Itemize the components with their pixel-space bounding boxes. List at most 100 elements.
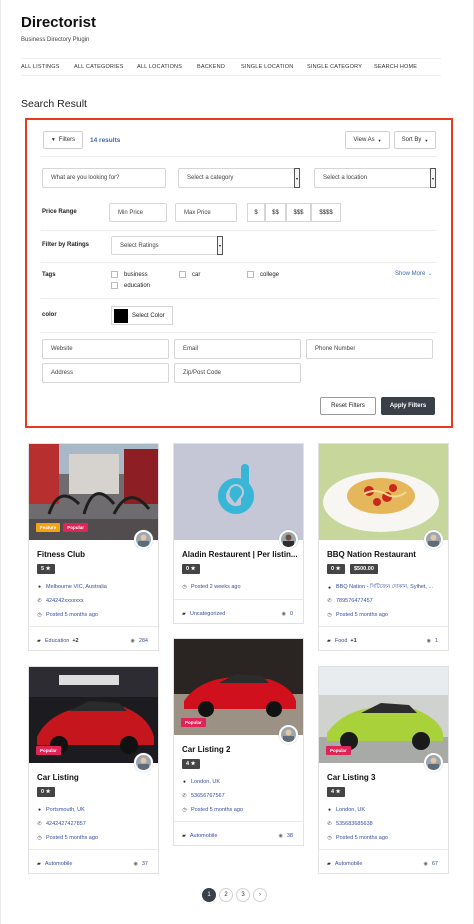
listing-card-car-listing[interactable]: Popular Car Listing 0 ★ ● Portsmouth, UK … [28,666,159,874]
listing-phone[interactable]: ✆ 4242427427857 [37,821,85,827]
listing-title[interactable]: Car Listing 2 [182,745,230,754]
email-input[interactable]: Email [174,339,301,359]
listing-badges: Popular [36,746,61,755]
max-price-input[interactable]: Max Price [175,203,237,222]
price-level-1-button[interactable]: $ [247,203,265,222]
listing-phone[interactable]: ✆ 424242xxxxxxx [37,598,83,604]
listing-card-car-listing-2[interactable]: Popular Car Listing 2 4 ★ ● London, UK ✆ 5… [173,638,304,846]
listing-location[interactable]: ● London, UK [182,779,220,785]
price-level-3-button[interactable]: $$$ [286,203,311,222]
price-level-2-button[interactable]: $$ [265,203,286,222]
listing-category[interactable]: ▰ Automobile [182,833,217,839]
address-input[interactable]: Address [42,363,169,383]
listing-title[interactable]: Car Listing 3 [327,773,375,782]
listing-badges: Feature Popular [36,523,89,532]
listing-title[interactable]: Aladin Restaurent | Per listin... [182,550,298,559]
select-color-button[interactable]: Select Color [111,306,173,325]
author-avatar[interactable] [134,530,153,549]
zip-placeholder: Zip/Post Code [183,370,222,376]
max-price-placeholder: Max Price [184,209,211,216]
phone-number-input[interactable]: Phone Number [306,339,433,359]
divider [41,156,437,157]
nav-item-all-listings[interactable]: ALL LISTINGS [21,64,60,70]
listing-category[interactable]: ▰ Uncategorized [182,611,225,617]
folder-icon: ▰ [182,833,186,839]
page-3-button[interactable]: 3 [236,888,250,902]
listing-views: ◉ 37 [134,861,149,867]
location-select[interactable]: Select a location ▾ [314,168,436,188]
listing-location[interactable]: ● Melbourne VIC, Australia [37,584,107,590]
listing-location[interactable]: ● BBQ Nation - সিটিজেন দোকান, Sylhet, ... [327,584,433,592]
keyword-search-input[interactable]: What are you looking for? [42,168,166,188]
tags-label: Tags [42,272,56,278]
category-text: Automobile [334,861,363,867]
nav-item-backend[interactable]: BACKEND [197,64,225,70]
author-avatar[interactable] [424,753,443,772]
listing-title[interactable]: Car Listing [37,773,79,782]
reset-filters-button[interactable]: Reset Filters [320,397,376,415]
ratings-select[interactable]: Select Ratings ▾ [111,236,223,255]
listing-card-aladin-restaurent[interactable]: Aladin Restaurent | Per listin... 0 ★ ◷ P… [173,443,304,624]
listing-category[interactable]: ▰ Automobile [327,861,362,867]
listing-card-car-listing-3[interactable]: Popular Car Listing 3 4 ★ ● London, UK ✆ 5… [318,666,449,874]
author-avatar[interactable] [279,725,298,744]
email-placeholder: Email [183,346,199,352]
listing-phone[interactable]: ✆ 53656767567 [182,793,225,799]
listing-location[interactable]: ● London, UK [327,807,365,813]
sort-by-dropdown[interactable]: Sort By ▼ [394,131,436,149]
clock-icon: ◷ [182,807,187,813]
view-as-dropdown[interactable]: View As ▼ [345,131,390,149]
author-avatar[interactable] [279,530,298,549]
tag-car-checkbox[interactable] [179,271,186,278]
chevron-down-icon: ▾ [294,168,300,188]
page-2-button[interactable]: 2 [219,888,233,902]
listing-image[interactable]: Popular [29,667,158,763]
location-text: Portsmouth, UK [46,807,85,813]
site-title[interactable]: Directorist [21,14,96,31]
listing-title[interactable]: Fitness Club [37,550,85,559]
website-input[interactable]: Website [42,339,169,359]
phone-text: 53656767567 [191,793,225,799]
listing-image[interactable]: Popular [174,639,303,735]
nav-item-single-location[interactable]: SINGLE LOCATION [241,64,293,70]
listing-phone[interactable]: ✆ 789576477457 [327,598,372,604]
listing-card-fitness-club[interactable]: Feature Popular Fitness Club 5 ★ ● Melbou… [28,443,159,651]
eye-icon: ◉ [423,861,428,867]
nav-item-single-category[interactable]: SINGLE CATEGORY [307,64,362,70]
zip-code-input[interactable]: Zip/Post Code [174,363,301,383]
posted-text: Posted 5 months ago [46,612,98,618]
nav-item-search-home[interactable]: SEARCH HOME [374,64,417,70]
map-marker-icon: ● [37,584,42,590]
listing-category[interactable]: ▰ Education +2 [37,638,79,644]
clock-icon: ◷ [327,612,332,618]
tag-education-checkbox[interactable] [111,282,118,289]
nav-item-all-categories[interactable]: ALL CATEGORIES [74,64,124,70]
card-footer: ▰ Automobile ◉ 38 [174,821,303,847]
listing-card-bbq-nation[interactable]: BBQ Nation Restaurant 0 ★ $500.00 ● BBQ N… [318,443,449,651]
listing-title[interactable]: BBQ Nation Restaurant [327,550,416,559]
apply-filters-button[interactable]: Apply Filters [381,397,435,415]
price-level-4-button[interactable]: $$$$ [311,203,341,222]
author-avatar[interactable] [134,753,153,772]
page-1-button[interactable]: 1 [202,888,216,902]
category-select[interactable]: Select a category ▾ [178,168,300,188]
min-price-input[interactable]: Min Price [109,203,167,222]
listing-category[interactable]: ▰ Automobile [37,861,72,867]
next-page-button[interactable]: › [253,888,267,902]
tag-business-checkbox[interactable] [111,271,118,278]
listing-phone[interactable]: ✆ 535683685638 [327,821,372,827]
filters-button[interactable]: ▼ Filters [43,131,83,149]
listing-image[interactable]: Feature Popular [29,444,158,540]
author-avatar[interactable] [424,530,443,549]
listing-category[interactable]: ▰ Food +1 [327,638,357,644]
listing-image[interactable]: Popular [319,667,448,763]
divider [41,332,437,333]
nav-item-all-locations[interactable]: ALL LOCATIONS [137,64,182,70]
listing-image[interactable] [174,444,303,540]
listing-image[interactable] [319,444,448,540]
tag-college-checkbox[interactable] [247,271,254,278]
show-more-tags-link[interactable]: Show More ⌄ [395,271,432,277]
card-footer: ▰ Uncategorized ◉ 0 [174,599,303,625]
views-count: 0 [289,611,293,617]
listing-location[interactable]: ● Portsmouth, UK [37,807,85,813]
